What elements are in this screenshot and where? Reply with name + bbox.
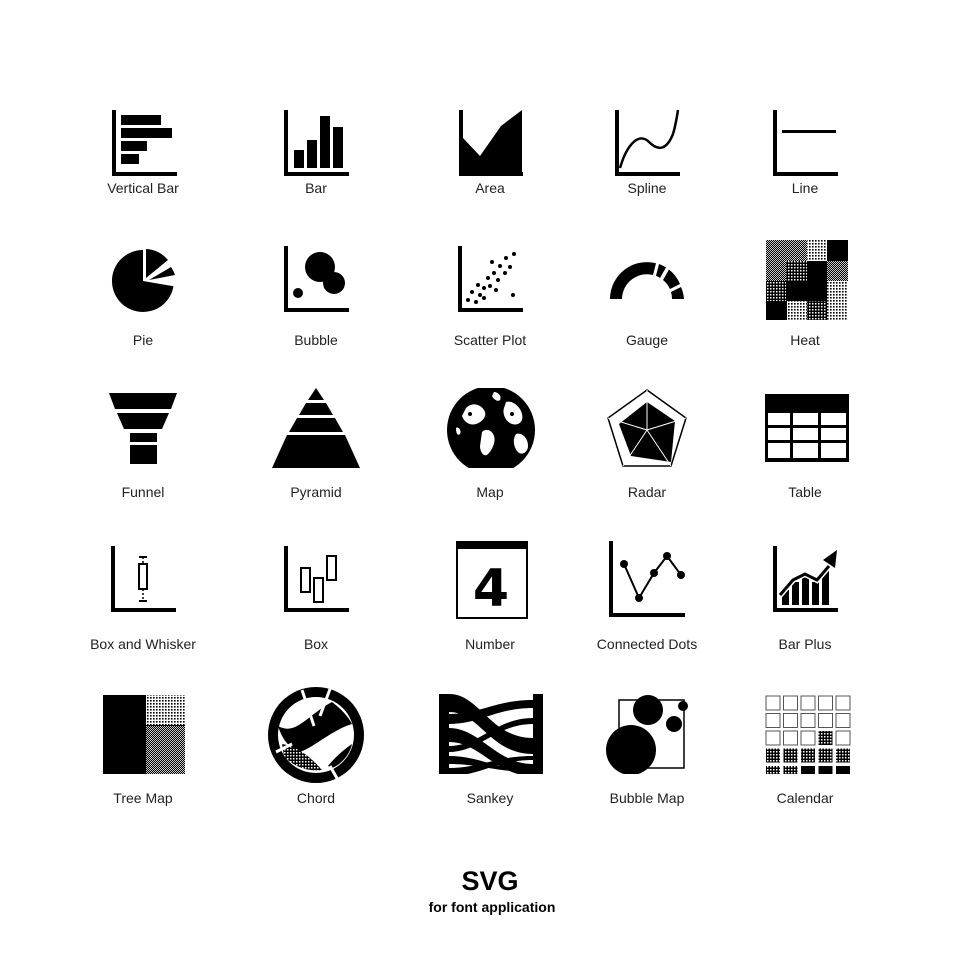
chart-type-label: Bar (305, 180, 327, 196)
chart-type-label: Tree Map (113, 790, 173, 806)
calendar-day-cell (801, 766, 815, 774)
calendar-day-cell (783, 730, 798, 746)
connected-dots-icon (567, 540, 727, 620)
bar-chart-icon (236, 104, 396, 184)
tree-map-icon (63, 694, 223, 774)
chart-type-label: Gauge (625, 332, 669, 348)
calendar-day-cell (766, 766, 780, 774)
chart-type-label: Bubble Map (609, 790, 685, 806)
calendar-day-cell (835, 695, 851, 711)
spline-chart-icon (567, 104, 727, 184)
chart-type-label: Calendar (776, 790, 834, 806)
calendar-icon (725, 694, 885, 774)
footer-title: SVG (461, 866, 519, 896)
calendar-day-cell (765, 730, 781, 746)
pie-chart-icon (63, 240, 223, 320)
calendar-day-cell (766, 748, 780, 763)
chart-type-label: Pyramid (290, 484, 342, 500)
chart-type-label: Scatter Plot (453, 332, 527, 348)
chart-type-label: Bubble (294, 332, 338, 348)
table-icon (725, 388, 885, 468)
calendar-day-cell (800, 695, 816, 711)
bar-plus-icon (725, 540, 885, 620)
calendar-day-cell (783, 748, 798, 763)
chart-type-label: Table (788, 484, 822, 500)
scatter-plot-icon (410, 240, 570, 320)
calendar-day-cell (783, 766, 798, 774)
chart-type-label: Radar (627, 484, 667, 500)
chord-diagram-icon (236, 686, 396, 786)
chart-type-label: Chord (296, 790, 336, 806)
chart-type-label: Map (476, 484, 504, 500)
chart-type-label: Heat (790, 332, 820, 348)
box-and-whisker-icon (63, 540, 223, 620)
calendar-day-cell (783, 695, 798, 711)
calendar-day-cell (818, 731, 833, 745)
chart-type-label: Sankey (466, 790, 514, 806)
vertical-bar-chart-icon (63, 104, 223, 184)
box-chart-icon (236, 540, 396, 620)
chart-type-label: Bar Plus (778, 636, 832, 652)
calendar-day-cell (800, 713, 816, 728)
calendar-day-cell (835, 713, 851, 728)
calendar-day-cell (835, 730, 851, 746)
chart-type-label: Box (303, 636, 329, 652)
calendar-day-cell (836, 766, 850, 774)
area-chart-icon (410, 104, 570, 184)
calendar-day-cell (836, 748, 850, 763)
chart-type-label: Pie (132, 332, 154, 348)
chart-type-label: Vertical Bar (107, 180, 179, 196)
calendar-day-cell (818, 766, 833, 774)
chart-type-label: Spline (627, 180, 667, 196)
globe-map-icon (410, 388, 570, 468)
calendar-day-cell (801, 748, 815, 763)
gauge-icon (567, 240, 727, 320)
chart-type-label: Area (475, 180, 505, 196)
funnel-icon (63, 388, 223, 468)
calendar-day-cell (818, 695, 833, 711)
chart-type-label: Line (791, 180, 819, 196)
radar-chart-icon (567, 388, 727, 468)
heat-map-icon (725, 240, 885, 320)
footer-subtitle: for font application (428, 899, 556, 915)
bubble-chart-icon (236, 240, 396, 320)
calendar-day-cell (818, 713, 833, 728)
number-value: 4 (473, 559, 509, 619)
chart-type-label: Number (465, 636, 515, 652)
calendar-day-cell (800, 730, 816, 746)
chart-type-label: Connected Dots (596, 636, 698, 652)
chart-type-label: Box and Whisker (90, 636, 196, 652)
line-chart-icon (725, 104, 885, 184)
calendar-day-cell (765, 695, 781, 711)
calendar-day-cell (765, 713, 781, 728)
sankey-diagram-icon (410, 694, 570, 774)
pyramid-icon (236, 388, 396, 468)
bubble-map-icon (567, 694, 727, 774)
calendar-day-cell (818, 748, 833, 763)
chart-type-label: Funnel (121, 484, 165, 500)
number-icon: 4 (410, 540, 570, 620)
calendar-day-cell (783, 713, 798, 728)
